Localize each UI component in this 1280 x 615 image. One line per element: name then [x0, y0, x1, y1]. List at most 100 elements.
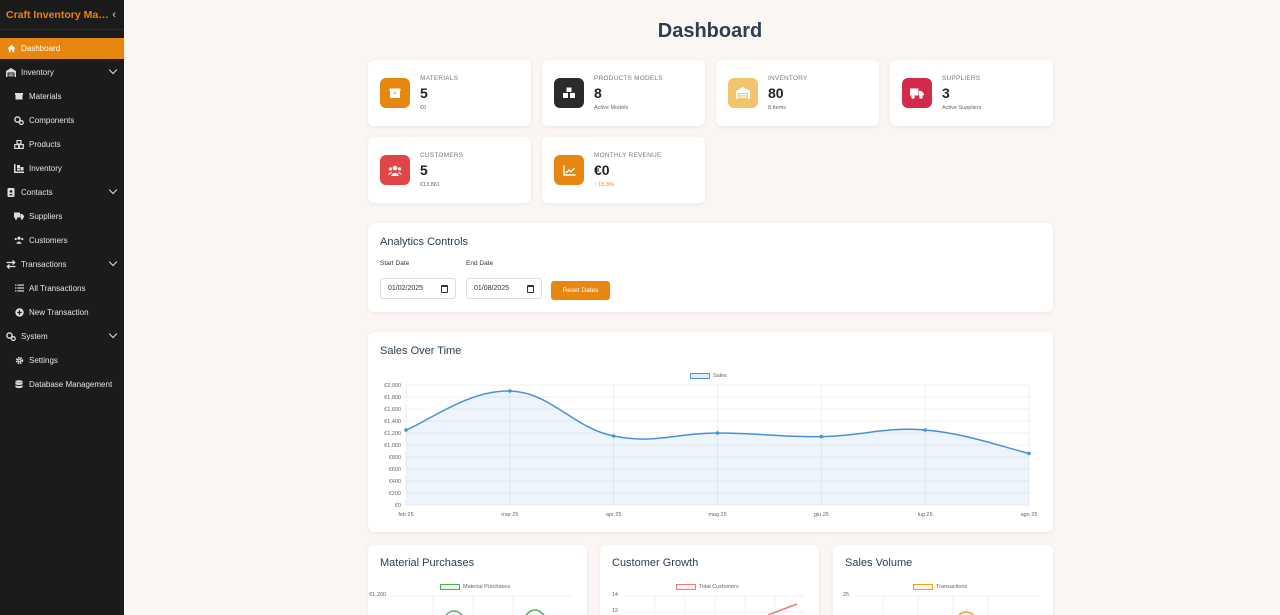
system-cogs-icon	[6, 331, 16, 341]
sidebar-item-inventory-group[interactable]: Inventory	[0, 60, 124, 84]
customer-growth-chart	[624, 595, 805, 615]
revenue-change: 15.3%	[598, 182, 614, 188]
sidebar-item-settings[interactable]: Settings	[0, 348, 124, 372]
chevron-down-icon[interactable]	[108, 65, 118, 75]
stat-sub: ↑ 15.3%	[594, 182, 661, 188]
series-line	[767, 603, 798, 615]
sidebar-item-all-transactions[interactable]: All Transactions	[0, 276, 124, 300]
warehouse-icon	[6, 67, 16, 77]
cubes-icon	[14, 139, 24, 149]
sidebar-item-label: Customers	[29, 235, 68, 245]
sidebar-item-label: Dashboard	[21, 44, 61, 53]
start-date-input[interactable]: 01/02/2025	[380, 278, 456, 299]
x-tick-label: mar 25	[501, 512, 518, 518]
exchange-icon	[6, 259, 16, 269]
stat-sub: €13.861	[420, 182, 440, 188]
stat-label: CUSTOMERS	[420, 152, 464, 159]
y-tick-label: €1,000	[384, 443, 401, 449]
reset-dates-button[interactable]: Reset Dates	[551, 281, 610, 300]
sidebar-item-label: New Transaction	[29, 307, 89, 317]
sidebar-item-database-management[interactable]: Database Management	[0, 372, 124, 396]
sidebar-item-transactions-group[interactable]: Transactions	[0, 252, 124, 276]
page-title: Dashboard	[657, 20, 763, 42]
chevron-down-icon[interactable]	[108, 257, 118, 267]
stat-value: 5	[420, 85, 428, 101]
stat-sub: €0	[420, 105, 427, 111]
warehouse-icon	[728, 78, 758, 108]
analytics-title: Analytics Controls	[380, 236, 469, 248]
sidebar-item-label: Settings	[29, 355, 58, 365]
stat-value: 80	[768, 85, 784, 101]
y-tick-label: €800	[389, 455, 401, 461]
stat-label: MATERIALS	[420, 75, 459, 82]
material-purchases-chart	[390, 595, 573, 615]
sidebar-item-label: Suppliers	[29, 211, 63, 221]
y-tick-label: €1,400	[384, 419, 401, 425]
stat-card-monthly-revenue[interactable]: MONTHLY REVENUE €0 ↑ 15.3%	[542, 137, 705, 203]
sales-chart: €2,000 €1,800 €1,600 €1,400 €1,200 €1,000 €800…	[384, 383, 1037, 518]
sidebar-item-suppliers[interactable]: Suppliers	[0, 204, 124, 228]
cogs-icon	[14, 115, 24, 125]
sidebar-item-dashboard[interactable]: Dashboard	[0, 38, 124, 59]
truck-icon	[14, 211, 24, 221]
sidebar-item-inventory[interactable]: Inventory	[0, 156, 124, 180]
stat-label: MONTHLY REVENUE	[594, 152, 662, 159]
calendar-icon[interactable]	[527, 285, 534, 293]
chart-line-icon	[554, 155, 584, 185]
stat-card-customers[interactable]: CUSTOMERS 5 €13.861	[368, 137, 531, 203]
gear-icon	[14, 355, 24, 365]
stat-card-materials[interactable]: MATERIALS 5 €0	[368, 60, 531, 126]
data-point	[819, 434, 824, 439]
sidebar-item-label: Database Management	[29, 379, 113, 389]
end-date-input[interactable]: 01/08/2025	[466, 278, 542, 299]
stat-card-inventory[interactable]: INVENTORY 80 8 Items	[716, 60, 879, 126]
stat-card-products-models[interactable]: PRODUCTS MODELS 8 Active Models	[542, 60, 705, 126]
series-line	[445, 610, 463, 615]
sidebar-item-products[interactable]: Products	[0, 132, 124, 156]
app-title: Craft Inventory Man...	[6, 8, 110, 21]
sales-chart-card: Sales Over Time Sales €2,000 €1,800 €1,600…	[368, 332, 1053, 532]
collapse-sidebar-icon[interactable]: ‹	[112, 9, 116, 21]
truck-icon	[902, 78, 932, 108]
chevron-down-icon[interactable]	[108, 185, 118, 195]
sidebar-item-system-group[interactable]: System	[0, 324, 124, 348]
box-icon	[14, 91, 24, 101]
sidebar-item-label: Materials	[29, 91, 62, 101]
sidebar-item-label: Transactions	[21, 259, 67, 269]
sidebar-item-label: Inventory	[21, 67, 54, 77]
material-purchases-card: Material Purchases Material Purchases €1…	[368, 545, 587, 615]
stat-card-suppliers[interactable]: SUPPLIERS 3 Active Suppliers	[890, 60, 1053, 126]
list-icon	[14, 283, 24, 293]
y-tick-label: €0	[395, 503, 401, 509]
start-date-value: 01/02/2025	[388, 285, 424, 292]
start-date-label: Start Date	[380, 260, 410, 267]
address-book-icon	[6, 187, 16, 197]
sidebar-item-components[interactable]: Components	[0, 108, 124, 132]
series-line	[525, 609, 545, 615]
users-icon	[14, 235, 24, 245]
sidebar-item-new-transaction[interactable]: New Transaction	[0, 300, 124, 324]
customer-growth-card: Customer Growth Total Customers 14 12	[600, 545, 819, 615]
stat-label: INVENTORY	[768, 75, 808, 82]
x-tick-label: lug 25	[918, 512, 933, 518]
sidebar-item-label: Components	[29, 115, 75, 125]
stat-value: €0	[594, 162, 610, 178]
end-date-label: End Date	[466, 260, 494, 267]
users-icon	[380, 155, 410, 185]
chevron-down-icon[interactable]	[108, 329, 118, 339]
y-tick-label: €1,600	[384, 407, 401, 413]
y-tick-label: €1,800	[384, 395, 401, 401]
data-point	[1027, 451, 1031, 456]
data-point	[404, 428, 408, 432]
cubes-icon	[554, 78, 584, 108]
y-tick-label: €200	[389, 491, 401, 497]
sidebar-item-materials[interactable]: Materials	[0, 84, 124, 108]
plus-circle-icon	[14, 307, 24, 317]
stat-sub: Active Models	[594, 105, 629, 111]
sidebar-item-customers[interactable]: Customers	[0, 228, 124, 252]
x-tick-label: feb 25	[398, 512, 413, 518]
sidebar-item-contacts-group[interactable]: Contacts	[0, 180, 124, 204]
y-tick-label: €600	[389, 467, 401, 473]
calendar-icon[interactable]	[441, 285, 448, 293]
stat-value: 3	[942, 85, 950, 101]
